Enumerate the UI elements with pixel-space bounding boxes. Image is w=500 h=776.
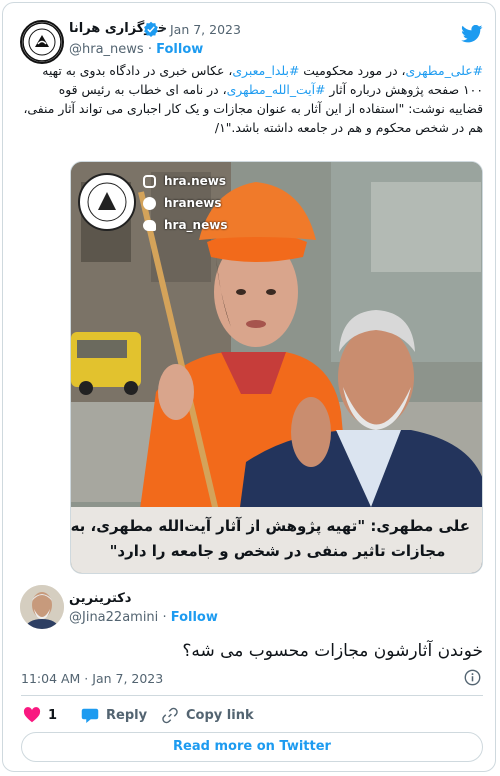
hashtag-link[interactable]: #علی_مطهری <box>406 63 483 78</box>
info-icon[interactable] <box>464 669 481 686</box>
image-caption: علی مطهری: "تهیه پژوهش از آثار آیت‌الله … <box>70 507 482 573</box>
reply-label: Reply <box>106 708 148 723</box>
author-avatar[interactable] <box>20 20 64 64</box>
tweet-text-segment: ، در مورد محکومیت <box>299 63 406 78</box>
caption-line-1: علی مطهری: "تهیه پژوهش از آثار آیت‌الله … <box>70 517 470 535</box>
instagram-row: hra.news <box>143 170 227 192</box>
like-button[interactable]: 1 <box>23 707 57 723</box>
tweet-date[interactable]: Jan 7, 2023 <box>170 22 241 37</box>
instagram-icon <box>143 174 156 188</box>
hra-logo-icon <box>22 22 62 62</box>
follow-button[interactable]: Follow <box>156 42 203 57</box>
separator-dot: · <box>162 610 167 625</box>
tweet-text: #علی_مطهری، در مورد محکومیت #بلدا_معبری،… <box>21 61 483 137</box>
reply-bubble-icon <box>81 708 99 723</box>
verified-badge-icon <box>144 21 158 37</box>
twitter-row: hra_news <box>143 214 227 236</box>
twitter-icon <box>143 219 156 231</box>
author-handle[interactable]: @hra_news <box>69 42 144 57</box>
reply-author-name[interactable]: دکترینرین <box>69 591 131 606</box>
separator-dot: · <box>162 22 166 37</box>
social-handles: hra.news hranews hra_news <box>143 170 227 236</box>
twitter-handle: hra_news <box>164 218 228 232</box>
reply-timestamp[interactable]: 11:04 AM · Jan 7, 2023 <box>21 671 163 686</box>
reply-button[interactable]: Reply <box>81 707 147 724</box>
reply-follow-button[interactable]: Follow <box>171 610 218 625</box>
tweet-image[interactable]: hra.news hranews hra_news علی مطهری: "ته… <box>70 161 483 574</box>
divider <box>21 695 483 696</box>
separator-dot: · <box>147 42 152 57</box>
author-handle-row: @hra_news · Follow <box>69 42 203 57</box>
twitter-bird-icon[interactable] <box>461 25 483 43</box>
telegram-row: hranews <box>143 192 227 214</box>
reply-avatar[interactable] <box>20 585 64 629</box>
hashtag-link[interactable]: #آیت_الله_مطهری <box>227 82 326 97</box>
link-icon <box>162 707 178 724</box>
caption-line-2: مجازات تاثیر منفی در شخص و جامعه را دارد… <box>109 542 446 560</box>
reply-handle[interactable]: @Jina22amini <box>69 610 158 625</box>
tweet-card: خبرگزاری هرانا · Jan 7, 2023 @hra_news ·… <box>2 2 496 772</box>
heart-icon <box>23 707 41 723</box>
reply-text: خوندن آثارشون مجازات محسوب می شه؟ <box>182 641 483 661</box>
tweet-date-row: · Jan 7, 2023 <box>162 22 241 37</box>
telegram-icon <box>143 196 156 210</box>
person-photo <box>20 585 64 629</box>
copy-link-label: Copy link <box>186 708 254 723</box>
telegram-handle: hranews <box>164 196 222 210</box>
instagram-handle: hra.news <box>164 174 227 188</box>
copy-link-button[interactable]: Copy link <box>161 707 254 724</box>
reply-handle-row: @Jina22amini · Follow <box>69 610 218 625</box>
like-count: 1 <box>48 707 58 723</box>
hashtag-link[interactable]: #بلدا_معبری <box>232 63 299 78</box>
read-more-button[interactable]: Read more on Twitter <box>21 732 483 762</box>
